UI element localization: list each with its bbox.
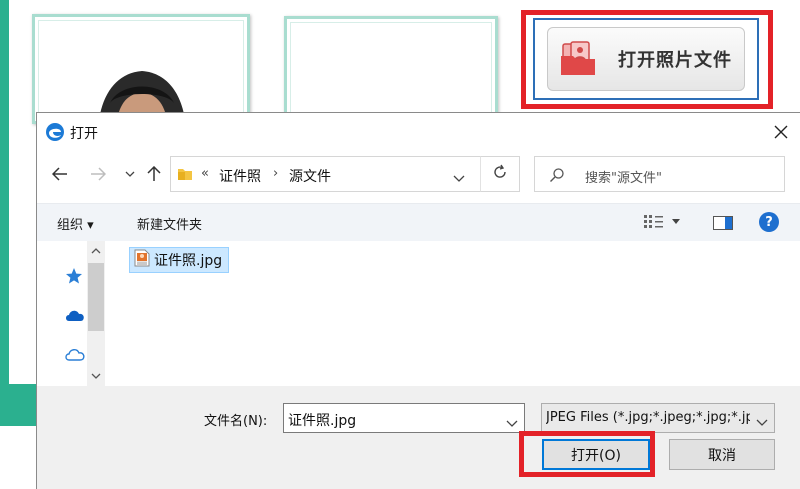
help-icon[interactable]: ? <box>759 212 779 232</box>
scrollbar-thumb[interactable] <box>88 263 104 331</box>
recent-locations-chevron-icon[interactable] <box>117 161 143 187</box>
quick-access-icon[interactable] <box>65 267 83 289</box>
dialog-footer: 文件名(N): 证件照.jpg JPEG Files (*.jpg;*.jpeg… <box>37 386 800 489</box>
filename-label: 文件名(N): <box>204 414 268 429</box>
open-button[interactable]: 打开(O) <box>542 439 650 470</box>
breadcrumb-overflow[interactable]: « <box>201 166 209 181</box>
refresh-button[interactable] <box>480 156 520 192</box>
jpg-file-icon <box>134 249 150 271</box>
breadcrumb-item[interactable]: 证件照 <box>219 166 261 186</box>
forward-arrow-icon[interactable] <box>85 161 111 187</box>
filetype-value: JPEG Files (*.jpg;*.jpeg;*.jpg;*.jpeg) <box>546 410 750 425</box>
new-folder-button[interactable]: 新建文件夹 <box>137 214 202 233</box>
search-input[interactable]: 搜索"源文件" <box>534 156 785 192</box>
teal-bottom-strip <box>0 384 36 426</box>
breadcrumb-item[interactable]: 源文件 <box>289 166 331 186</box>
result-photo-frame <box>284 16 498 124</box>
cancel-button[interactable]: 取消 <box>669 439 775 470</box>
open-photo-button-frame: 打开照片文件 <box>533 18 759 100</box>
address-dropdown-chevron-icon[interactable] <box>453 168 465 187</box>
breadcrumb-separator[interactable]: › <box>273 166 278 181</box>
original-photo-frame <box>32 14 250 143</box>
onedrive-icon[interactable] <box>65 307 85 326</box>
folder-icon <box>177 166 193 186</box>
edge-browser-icon <box>45 122 65 142</box>
file-name: 证件照.jpg <box>154 253 223 269</box>
scroll-down-icon[interactable] <box>87 368 105 384</box>
nav-scrollbar[interactable] <box>87 241 105 386</box>
view-grid-icon <box>644 215 663 228</box>
back-arrow-icon[interactable] <box>47 161 73 187</box>
dialog-toolbar: 组织 ▾ 新建文件夹 ? <box>37 203 800 241</box>
chevron-down-icon[interactable] <box>756 412 770 426</box>
filename-field[interactable]: 证件照.jpg <box>283 403 525 433</box>
list-item[interactable]: 证件照.jpg <box>129 247 230 273</box>
dialog-titlebar: 打开 <box>37 113 800 151</box>
filename-value: 证件照.jpg <box>288 413 357 429</box>
open-photo-button[interactable]: 打开照片文件 <box>547 27 745 91</box>
dialog-title: 打开 <box>70 126 98 142</box>
up-arrow-icon[interactable] <box>141 161 167 187</box>
cloud-icon[interactable] <box>65 347 85 367</box>
file-list: 证件照.jpg <box>107 241 800 386</box>
chevron-down-icon <box>672 219 680 224</box>
scroll-up-icon[interactable] <box>87 243 105 259</box>
open-file-dialog: 打开 « 证件照 › 源文件 搜索"源文件" 组织 ▾ 新建文件夹 ? 证件照.… <box>36 112 800 489</box>
photo-folder-icon <box>558 39 600 79</box>
address-row: « 证件照 › 源文件 搜索"源文件" <box>37 153 800 197</box>
organize-menu[interactable]: 组织 ▾ <box>57 214 94 233</box>
refresh-icon <box>492 164 508 184</box>
address-bar[interactable]: « 证件照 › 源文件 <box>170 156 514 192</box>
view-options-button[interactable] <box>644 215 680 229</box>
preview-pane-icon[interactable] <box>713 215 733 234</box>
teal-side-bar <box>0 0 9 420</box>
close-icon[interactable] <box>770 121 792 143</box>
filetype-select[interactable]: JPEG Files (*.jpg;*.jpeg;*.jpg;*.jpeg) <box>541 403 775 433</box>
search-icon <box>549 167 565 187</box>
open-photo-label: 打开照片文件 <box>618 50 732 71</box>
search-placeholder: 搜索"源文件" <box>585 171 662 186</box>
chevron-down-icon[interactable] <box>506 413 518 432</box>
